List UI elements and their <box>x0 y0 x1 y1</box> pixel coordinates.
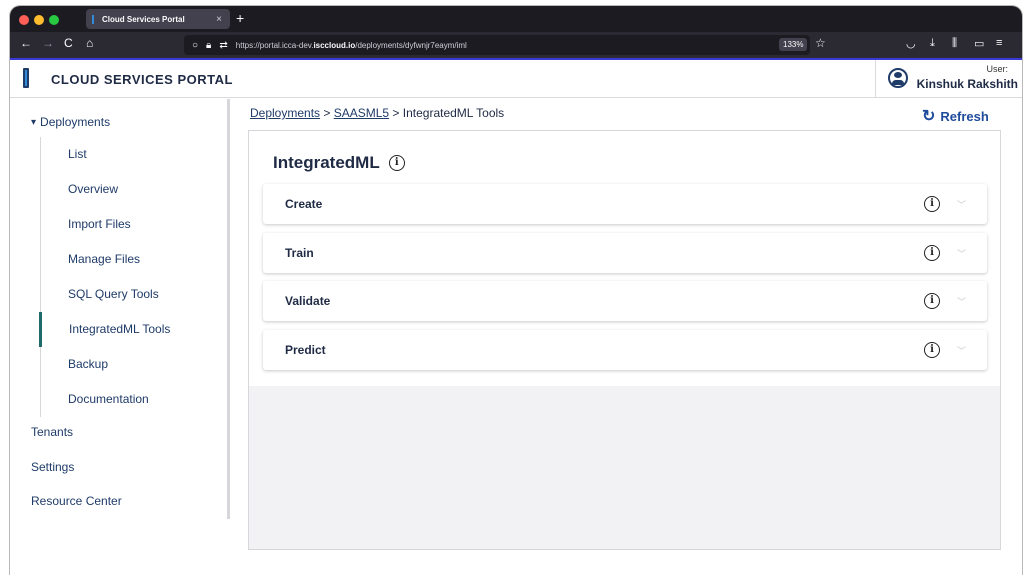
refresh-icon: ↻ <box>922 108 936 125</box>
info-icon[interactable]: i <box>924 245 940 261</box>
sidebar-item-documentation[interactable]: Documentation <box>40 382 230 417</box>
sidebar-item-tenants[interactable]: Tenants <box>31 425 73 439</box>
maximize-window-button[interactable] <box>49 15 59 25</box>
chevron-down-icon: ﹀ <box>957 249 967 259</box>
sidebar-icon[interactable]: ▭ <box>974 37 984 50</box>
accordion-label: Validate <box>285 294 331 308</box>
sidebar-item-label: SQL Query Tools <box>68 287 159 301</box>
minimize-window-button[interactable] <box>34 15 44 25</box>
permissions-icon: ⇄ <box>219 39 228 51</box>
tab-close-icon[interactable]: × <box>216 14 222 25</box>
user-avatar-icon <box>888 68 908 88</box>
home-button[interactable]: ⌂ <box>86 36 93 50</box>
shield-icon: ○ <box>192 39 199 51</box>
sidebar-item-settings[interactable]: Settings <box>31 460 74 474</box>
lock-icon: 🔒︎ <box>206 39 212 51</box>
browser-tab[interactable]: Cloud Services Portal × <box>86 9 230 29</box>
breadcrumb-link-saasml5[interactable]: SAASML5 <box>334 106 389 120</box>
sidebar-item-label: Backup <box>68 357 109 371</box>
sidebar-item-label: IntegratedML Tools <box>69 322 171 336</box>
sidebar-item-label: Tenants <box>31 425 74 439</box>
browser-navbar: ← → C ⌂ ○ 🔒︎ ⇄ https://portal.icca-dev. i… <box>10 32 1022 58</box>
accordion-predict[interactable]: Predict i ﹀ <box>263 330 987 370</box>
breadcrumb-separator: > <box>320 106 334 120</box>
bookmark-star-icon[interactable]: ☆ <box>815 36 826 50</box>
sidebar-item-label: Deployments <box>40 115 111 129</box>
new-tab-button[interactable]: + <box>236 10 244 26</box>
sidebar-item-import-files[interactable]: Import Files <box>40 207 230 242</box>
url-bar[interactable]: ○ 🔒︎ ⇄ https://portal.icca-dev. isccloud.… <box>184 35 810 55</box>
sidebar-item-label: Documentation <box>68 392 149 406</box>
sidebar-item-overview[interactable]: Overview <box>40 172 230 207</box>
sidebar-item-list[interactable]: List <box>40 137 230 172</box>
refresh-button[interactable]: ↻ Refresh <box>922 106 989 126</box>
browser-titlebar: Cloud Services Portal × + <box>10 6 1022 32</box>
sidebar-item-manage-files[interactable]: Manage Files <box>40 242 230 277</box>
extensions-icon[interactable]: ≡ <box>996 37 1002 49</box>
sidebar-item-sql-query-tools[interactable]: SQL Query Tools <box>40 277 230 312</box>
portal-logo-icon <box>23 68 29 88</box>
sidebar-item-label: Import Files <box>68 217 131 231</box>
info-icon[interactable]: i <box>924 196 940 212</box>
breadcrumb-separator: > <box>389 106 403 120</box>
info-icon[interactable]: i <box>388 155 405 171</box>
user-label: User: <box>986 64 1008 74</box>
accordion-label: Train <box>285 246 314 260</box>
accordion-validate[interactable]: Validate i ﹀ <box>263 281 987 321</box>
chevron-down-icon: ▾ <box>31 116 37 128</box>
sidebar: ▾ Deployments List Overview Import Files… <box>10 99 230 519</box>
sidebar-item-backup[interactable]: Backup <box>40 347 230 382</box>
integratedml-card: IntegratedML i Create i ﹀ Train i ﹀ Vali… <box>249 131 1000 386</box>
sidebar-item-label: Settings <box>31 460 75 474</box>
chevron-down-icon: ﹀ <box>957 297 967 307</box>
back-button[interactable]: ← <box>20 36 32 50</box>
app-title: CLOUD SERVICES PORTAL <box>51 72 233 87</box>
accordion-label: Create <box>285 197 323 211</box>
download-icon[interactable]: ⤓ <box>930 37 935 50</box>
zoom-indicator[interactable]: 133% <box>779 38 808 51</box>
sidebar-item-label: Overview <box>68 182 119 196</box>
tab-title: Cloud Services Portal <box>102 14 185 24</box>
sidebar-item-label: Manage Files <box>68 252 141 266</box>
page-title: IntegratedML i <box>273 153 405 173</box>
breadcrumb-link-deployments[interactable]: Deployments <box>250 106 320 120</box>
user-menu[interactable]: User: Kinshuk Rakshith <box>875 60 1022 98</box>
accordion-create[interactable]: Create i ﹀ <box>263 184 987 224</box>
content-panel: IntegratedML i Create i ﹀ Train i ﹀ Vali… <box>248 130 1001 550</box>
accordion-train[interactable]: Train i ﹀ <box>263 233 987 273</box>
browser-window: Cloud Services Portal × + ← → C ⌂ ○ 🔒︎ ⇄… <box>10 6 1022 575</box>
sidebar-item-label: Resource Center <box>31 494 122 508</box>
forward-button[interactable]: → <box>42 36 54 50</box>
chevron-down-icon: ﹀ <box>957 200 967 210</box>
pocket-icon[interactable]: ◡ <box>906 37 916 50</box>
breadcrumb: Deployments > SAASML5 > IntegratedML Too… <box>250 106 504 120</box>
info-icon[interactable]: i <box>924 293 940 309</box>
close-window-button[interactable] <box>19 15 29 25</box>
refresh-label: Refresh <box>940 108 989 124</box>
user-name: Kinshuk Rakshith <box>916 77 1018 91</box>
library-icon[interactable]: ⫼ <box>952 37 957 50</box>
sidebar-item-deployments[interactable]: ▾ Deployments <box>31 115 110 129</box>
sidebar-item-integratedml-tools[interactable]: IntegratedML Tools <box>39 312 229 347</box>
url-prefix: https://portal.icca-dev. <box>235 40 314 50</box>
info-icon[interactable]: i <box>924 342 940 358</box>
url-host: isccloud.io <box>313 40 356 50</box>
reload-button[interactable]: C <box>64 36 73 50</box>
accordion-label: Predict <box>285 343 326 357</box>
app-header: CLOUD SERVICES PORTAL User: Kinshuk Raks… <box>10 58 1022 98</box>
url-path: /deployments/dyfwnjr7eaym/iml <box>355 40 467 50</box>
page-title-text: IntegratedML <box>273 153 380 172</box>
sidebar-item-resource-center[interactable]: Resource Center <box>31 494 122 508</box>
breadcrumb-current: IntegratedML Tools <box>402 106 505 120</box>
favicon-icon <box>92 14 94 24</box>
sidebar-item-label: List <box>68 147 87 161</box>
chevron-down-icon: ﹀ <box>957 346 967 356</box>
